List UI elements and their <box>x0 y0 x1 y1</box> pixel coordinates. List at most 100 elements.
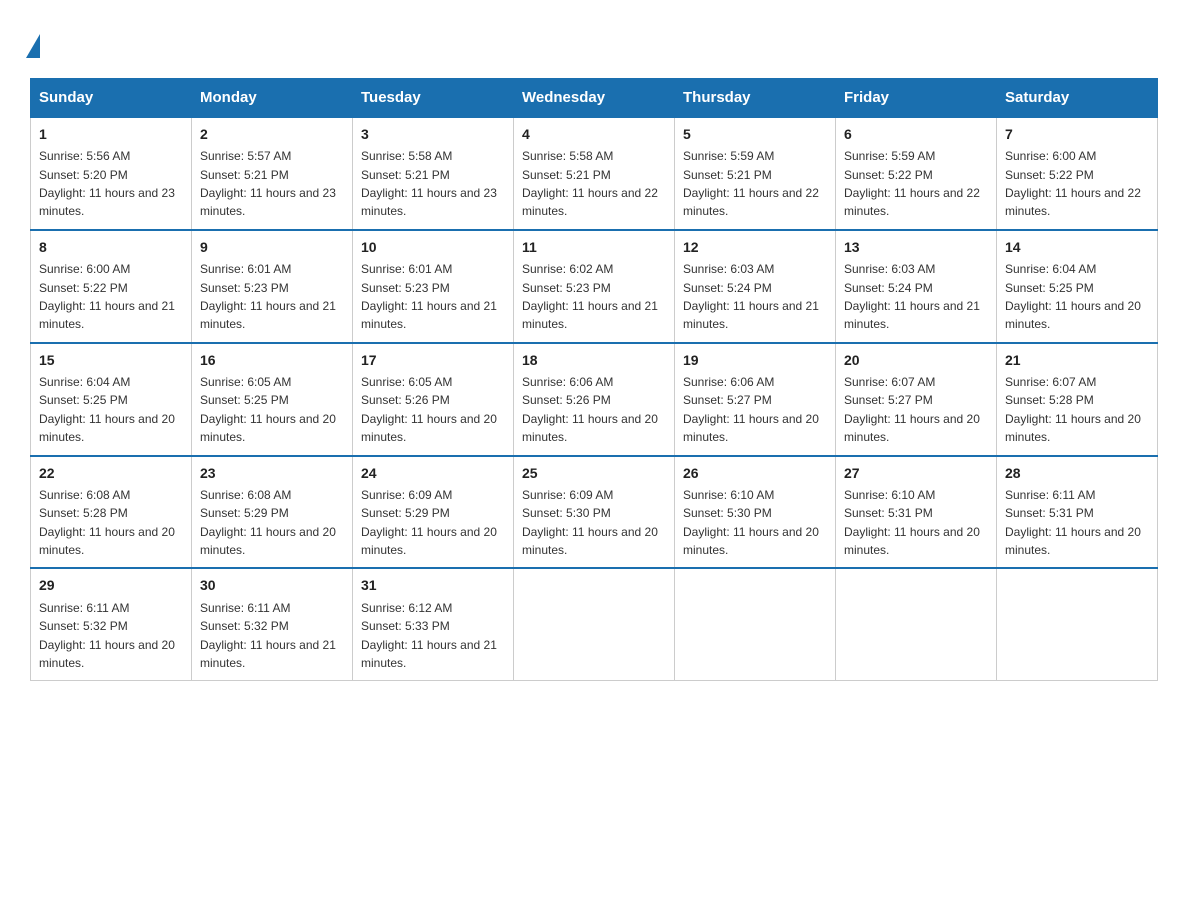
day-number: 19 <box>683 350 827 370</box>
day-number: 14 <box>1005 237 1149 257</box>
calendar-cell <box>836 568 997 680</box>
weekday-header-friday: Friday <box>836 79 997 118</box>
day-info: Sunrise: 6:00 AMSunset: 5:22 PMDaylight:… <box>1005 149 1141 218</box>
day-info: Sunrise: 6:11 AMSunset: 5:31 PMDaylight:… <box>1005 488 1141 557</box>
calendar-cell: 8 Sunrise: 6:00 AMSunset: 5:22 PMDaylight… <box>31 230 192 343</box>
day-number: 1 <box>39 124 183 144</box>
calendar-cell: 22 Sunrise: 6:08 AMSunset: 5:28 PMDayligh… <box>31 456 192 569</box>
calendar-cell: 16 Sunrise: 6:05 AMSunset: 5:25 PMDayligh… <box>192 343 353 456</box>
day-number: 6 <box>844 124 988 144</box>
day-info: Sunrise: 6:08 AMSunset: 5:28 PMDaylight:… <box>39 488 175 557</box>
calendar-cell: 5 Sunrise: 5:59 AMSunset: 5:21 PMDaylight… <box>675 117 836 230</box>
day-info: Sunrise: 6:11 AMSunset: 5:32 PMDaylight:… <box>39 601 175 670</box>
calendar-cell: 25 Sunrise: 6:09 AMSunset: 5:30 PMDayligh… <box>514 456 675 569</box>
day-info: Sunrise: 6:03 AMSunset: 5:24 PMDaylight:… <box>844 262 980 331</box>
calendar-cell: 9 Sunrise: 6:01 AMSunset: 5:23 PMDaylight… <box>192 230 353 343</box>
day-info: Sunrise: 6:10 AMSunset: 5:30 PMDaylight:… <box>683 488 819 557</box>
day-info: Sunrise: 5:59 AMSunset: 5:21 PMDaylight:… <box>683 149 819 218</box>
calendar-cell: 15Sunrise: 6:04 AMSunset: 5:25 PMDayligh… <box>31 343 192 456</box>
calendar-cell <box>997 568 1158 680</box>
day-number: 5 <box>683 124 827 144</box>
day-number: 17 <box>361 350 505 370</box>
calendar-cell: 28 Sunrise: 6:11 AMSunset: 5:31 PMDayligh… <box>997 456 1158 569</box>
logo <box>30 30 40 58</box>
calendar-cell: 18 Sunrise: 6:06 AMSunset: 5:26 PMDayligh… <box>514 343 675 456</box>
day-number: 11 <box>522 237 666 257</box>
day-info: Sunrise: 6:06 AMSunset: 5:26 PMDaylight:… <box>522 375 658 444</box>
day-info: Sunrise: 5:58 AMSunset: 5:21 PMDaylight:… <box>361 149 497 218</box>
day-number: 9 <box>200 237 344 257</box>
day-info: Sunrise: 6:08 AMSunset: 5:29 PMDaylight:… <box>200 488 336 557</box>
weekday-header-wednesday: Wednesday <box>514 79 675 118</box>
calendar-cell: 12 Sunrise: 6:03 AMSunset: 5:24 PMDayligh… <box>675 230 836 343</box>
day-number: 30 <box>200 575 344 595</box>
day-number: 18 <box>522 350 666 370</box>
calendar-week-row: 29 Sunrise: 6:11 AMSunset: 5:32 PMDayligh… <box>31 568 1158 680</box>
day-number: 7 <box>1005 124 1149 144</box>
calendar-table: SundayMondayTuesdayWednesdayThursdayFrid… <box>30 78 1158 681</box>
calendar-cell: 27 Sunrise: 6:10 AMSunset: 5:31 PMDayligh… <box>836 456 997 569</box>
calendar-cell: 24 Sunrise: 6:09 AMSunset: 5:29 PMDayligh… <box>353 456 514 569</box>
day-number: 31 <box>361 575 505 595</box>
calendar-cell: 20 Sunrise: 6:07 AMSunset: 5:27 PMDayligh… <box>836 343 997 456</box>
day-number: 12 <box>683 237 827 257</box>
day-number: 24 <box>361 463 505 483</box>
day-info: Sunrise: 6:02 AMSunset: 5:23 PMDaylight:… <box>522 262 658 331</box>
day-number: 28 <box>1005 463 1149 483</box>
calendar-week-row: 15Sunrise: 6:04 AMSunset: 5:25 PMDayligh… <box>31 343 1158 456</box>
day-number: 29 <box>39 575 183 595</box>
weekday-header-sunday: Sunday <box>31 79 192 118</box>
calendar-cell: 26 Sunrise: 6:10 AMSunset: 5:30 PMDayligh… <box>675 456 836 569</box>
calendar-cell: 23 Sunrise: 6:08 AMSunset: 5:29 PMDayligh… <box>192 456 353 569</box>
calendar-cell: 13 Sunrise: 6:03 AMSunset: 5:24 PMDayligh… <box>836 230 997 343</box>
day-info: Sunrise: 6:09 AMSunset: 5:29 PMDaylight:… <box>361 488 497 557</box>
day-number: 22 <box>39 463 183 483</box>
calendar-cell: 2 Sunrise: 5:57 AMSunset: 5:21 PMDaylight… <box>192 117 353 230</box>
calendar-cell: 31 Sunrise: 6:12 AMSunset: 5:33 PMDayligh… <box>353 568 514 680</box>
day-number: 27 <box>844 463 988 483</box>
day-info: Sunrise: 6:01 AMSunset: 5:23 PMDaylight:… <box>200 262 336 331</box>
day-info: Sunrise: 6:12 AMSunset: 5:33 PMDaylight:… <box>361 601 497 670</box>
day-number: 4 <box>522 124 666 144</box>
day-number: 15 <box>39 350 183 370</box>
day-number: 25 <box>522 463 666 483</box>
calendar-cell: 10 Sunrise: 6:01 AMSunset: 5:23 PMDayligh… <box>353 230 514 343</box>
day-info: Sunrise: 5:58 AMSunset: 5:21 PMDaylight:… <box>522 149 658 218</box>
logo-triangle-icon <box>26 34 40 58</box>
weekday-header-saturday: Saturday <box>997 79 1158 118</box>
day-info: Sunrise: 5:57 AMSunset: 5:21 PMDaylight:… <box>200 149 336 218</box>
calendar-cell <box>675 568 836 680</box>
day-info: Sunrise: 6:07 AMSunset: 5:27 PMDaylight:… <box>844 375 980 444</box>
day-number: 23 <box>200 463 344 483</box>
day-number: 26 <box>683 463 827 483</box>
calendar-cell: 6Sunrise: 5:59 AMSunset: 5:22 PMDaylight… <box>836 117 997 230</box>
day-info: Sunrise: 6:05 AMSunset: 5:26 PMDaylight:… <box>361 375 497 444</box>
day-number: 21 <box>1005 350 1149 370</box>
day-number: 3 <box>361 124 505 144</box>
day-info: Sunrise: 6:05 AMSunset: 5:25 PMDaylight:… <box>200 375 336 444</box>
day-number: 16 <box>200 350 344 370</box>
day-info: Sunrise: 6:09 AMSunset: 5:30 PMDaylight:… <box>522 488 658 557</box>
day-info: Sunrise: 6:01 AMSunset: 5:23 PMDaylight:… <box>361 262 497 331</box>
calendar-cell <box>514 568 675 680</box>
day-number: 8 <box>39 237 183 257</box>
calendar-cell: 17 Sunrise: 6:05 AMSunset: 5:26 PMDayligh… <box>353 343 514 456</box>
day-number: 13 <box>844 237 988 257</box>
weekday-header-thursday: Thursday <box>675 79 836 118</box>
day-info: Sunrise: 6:10 AMSunset: 5:31 PMDaylight:… <box>844 488 980 557</box>
day-info: Sunrise: 6:03 AMSunset: 5:24 PMDaylight:… <box>683 262 819 331</box>
day-info: Sunrise: 6:07 AMSunset: 5:28 PMDaylight:… <box>1005 375 1141 444</box>
calendar-cell: 3 Sunrise: 5:58 AMSunset: 5:21 PMDaylight… <box>353 117 514 230</box>
calendar-cell: 14Sunrise: 6:04 AMSunset: 5:25 PMDayligh… <box>997 230 1158 343</box>
calendar-cell: 30Sunrise: 6:11 AMSunset: 5:32 PMDayligh… <box>192 568 353 680</box>
calendar-week-row: 1 Sunrise: 5:56 AMSunset: 5:20 PMDaylight… <box>31 117 1158 230</box>
day-info: Sunrise: 6:00 AMSunset: 5:22 PMDaylight:… <box>39 262 175 331</box>
weekday-header-monday: Monday <box>192 79 353 118</box>
day-info: Sunrise: 5:56 AMSunset: 5:20 PMDaylight:… <box>39 149 175 218</box>
calendar-header-row: SundayMondayTuesdayWednesdayThursdayFrid… <box>31 79 1158 118</box>
calendar-week-row: 8 Sunrise: 6:00 AMSunset: 5:22 PMDaylight… <box>31 230 1158 343</box>
day-number: 10 <box>361 237 505 257</box>
day-number: 2 <box>200 124 344 144</box>
day-info: Sunrise: 6:06 AMSunset: 5:27 PMDaylight:… <box>683 375 819 444</box>
day-number: 20 <box>844 350 988 370</box>
